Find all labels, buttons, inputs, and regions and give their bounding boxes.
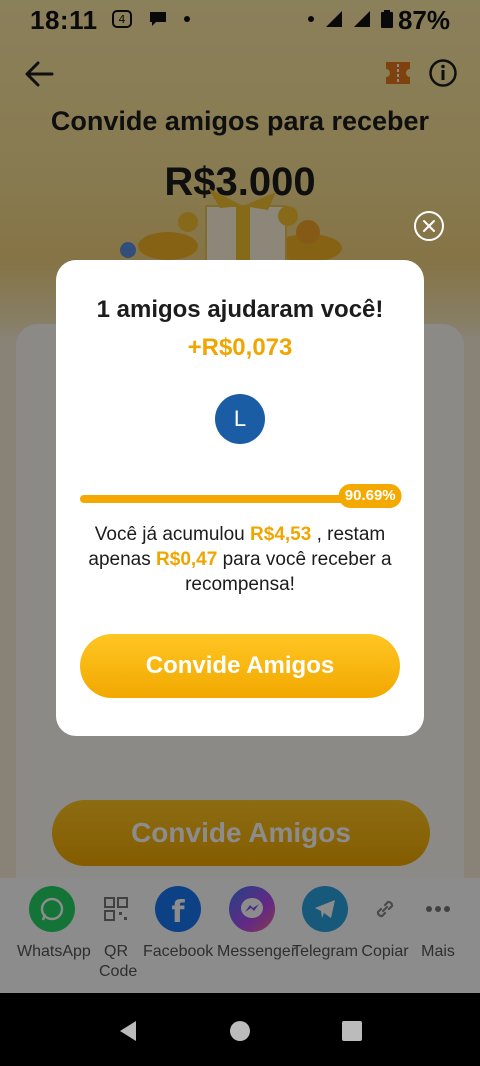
remaining-amount: R$0,47	[156, 549, 218, 570]
message-text: Você já acumulou	[94, 524, 251, 545]
nav-recents-icon[interactable]	[340, 1019, 364, 1043]
progress-bar: 90.69%	[80, 484, 402, 508]
system-nav-bar	[0, 993, 480, 1066]
invite-friends-button[interactable]: Convide Amigos	[80, 634, 400, 698]
close-modal-button[interactable]	[414, 211, 444, 241]
accumulated-amount: R$4,53	[250, 524, 312, 545]
nav-home-icon[interactable]	[228, 1019, 252, 1043]
nav-back-icon[interactable]	[116, 1019, 140, 1043]
progress-fill	[80, 495, 371, 503]
message-text: para você receber a recompensa!	[185, 549, 392, 595]
friends-helped-modal: 1 amigos ajudaram você! +R$0,073 L 90.69…	[56, 260, 424, 736]
modal-reward-amount: +R$0,073	[187, 334, 293, 361]
progress-percent-badge: 90.69%	[338, 484, 402, 508]
modal-title: 1 amigos ajudaram você!	[96, 296, 384, 323]
close-icon	[423, 220, 435, 232]
progress-message: Você já acumulou R$4,53 , restam apenas …	[76, 522, 404, 597]
friend-avatar: L	[215, 394, 265, 444]
